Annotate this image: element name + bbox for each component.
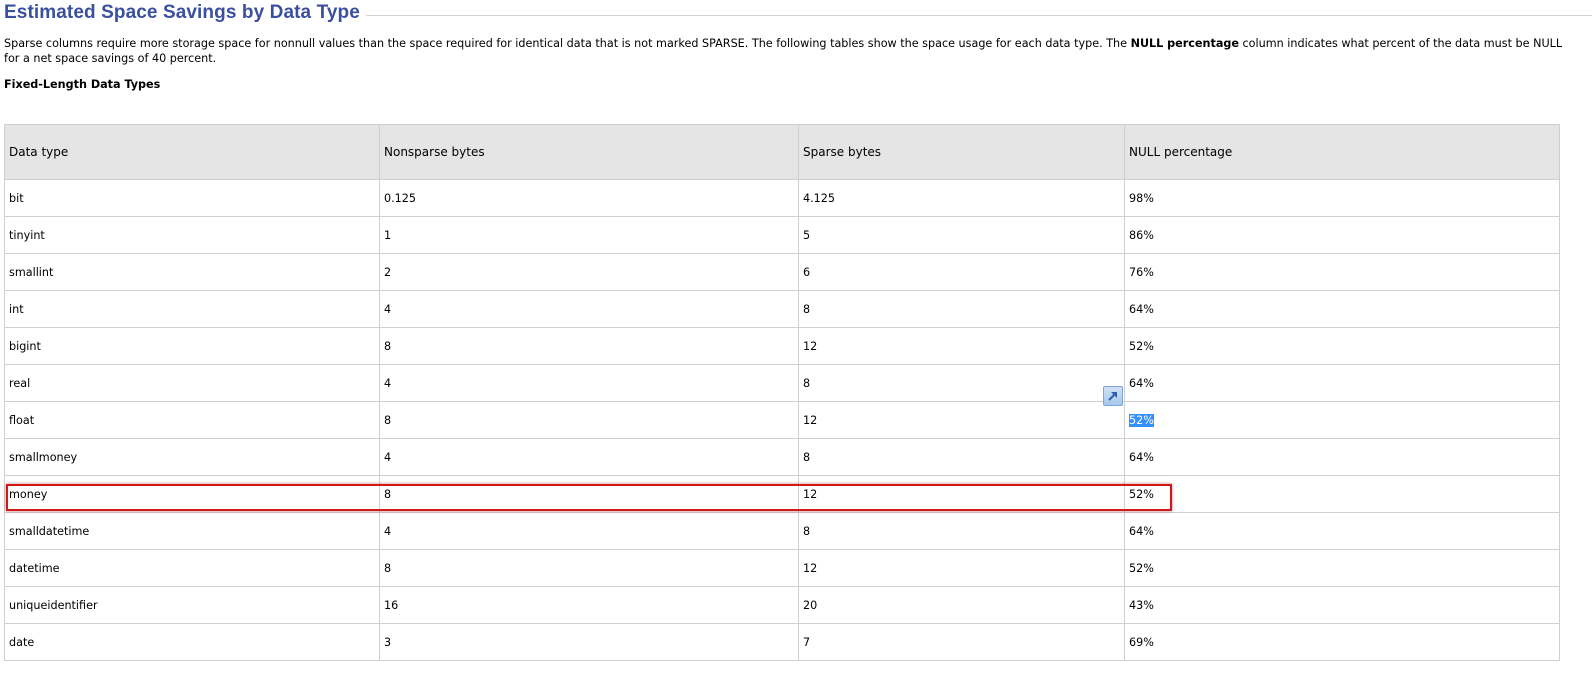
table-row: datetime 8 12 52% — [4, 549, 1560, 587]
table-row: bit 0.125 4.125 98% — [4, 179, 1560, 217]
column-header-sparse-bytes: Sparse bytes — [798, 124, 1125, 180]
cell-data-type: smallint — [4, 253, 380, 291]
table-row: bigint 8 12 52% — [4, 327, 1560, 365]
cell-data-type: float — [4, 401, 380, 439]
column-header-data-type: Data type — [4, 124, 380, 180]
column-header-nonsparse-bytes: Nonsparse bytes — [379, 124, 799, 180]
table-row: smalldatetime 4 8 64% — [4, 512, 1560, 550]
table-row: date 3 7 69% — [4, 623, 1560, 661]
cell-data-type: int — [4, 290, 380, 328]
cell-nonsparse-bytes: 1 — [379, 216, 799, 254]
cell-null-percentage: 64% — [1124, 364, 1560, 402]
cell-data-type: tinyint — [4, 216, 380, 254]
heading-row: Estimated Space Savings by Data Type — [4, 0, 1592, 24]
cell-data-type: bit — [4, 179, 380, 217]
table-row: uniqueidentifier 16 20 43% — [4, 586, 1560, 624]
cell-data-type: real — [4, 364, 380, 402]
cell-nonsparse-bytes: 4 — [379, 512, 799, 550]
table-body: bit 0.125 4.125 98% tinyint 1 5 86% smallint 2 6 76… — [4, 179, 1560, 661]
cell-sparse-bytes: 12 — [798, 401, 1125, 439]
intro-bold-term: NULL percentage — [1130, 37, 1239, 50]
cell-nonsparse-bytes: 4 — [379, 438, 799, 476]
cell-null-percentage: 52% — [1124, 549, 1560, 587]
cell-sparse-bytes: 5 — [798, 216, 1125, 254]
cell-nonsparse-bytes: 4 — [379, 364, 799, 402]
table-row: int 4 8 64% — [4, 290, 1560, 328]
cell-data-type: uniqueidentifier — [4, 586, 380, 624]
cell-nonsparse-bytes: 0.125 — [379, 179, 799, 217]
cell-nonsparse-bytes: 8 — [379, 401, 799, 439]
cell-data-type: money — [4, 475, 380, 513]
cell-nonsparse-bytes: 3 — [379, 623, 799, 661]
cell-nonsparse-bytes: 16 — [379, 586, 799, 624]
cell-null-percentage: 69% — [1124, 623, 1560, 661]
cell-sparse-bytes: 12 — [798, 327, 1125, 365]
cell-nonsparse-bytes: 4 — [379, 290, 799, 328]
cell-null-percentage: 52% — [1124, 327, 1560, 365]
table-row: float 8 12 52% — [4, 401, 1560, 439]
column-header-null-percentage: NULL percentage — [1124, 124, 1560, 180]
cell-null-percentage: 52% — [1124, 401, 1560, 439]
cell-null-percentage: 64% — [1124, 290, 1560, 328]
cell-data-type: smalldatetime — [4, 512, 380, 550]
cell-nonsparse-bytes: 2 — [379, 253, 799, 291]
table-header-row: Data type Nonsparse bytes Sparse bytes N… — [4, 124, 1560, 180]
cell-sparse-bytes: 8 — [798, 290, 1125, 328]
cell-null-percentage: 76% — [1124, 253, 1560, 291]
cell-null-percentage: 52% — [1124, 475, 1560, 513]
table-row: money 8 12 52% — [4, 475, 1560, 513]
cell-null-percentage: 98% — [1124, 179, 1560, 217]
cell-null-percentage: 43% — [1124, 586, 1560, 624]
selected-text: 52% — [1129, 413, 1154, 427]
cell-sparse-bytes: 4.125 — [798, 179, 1125, 217]
cell-data-type: bigint — [4, 327, 380, 365]
table-row: tinyint 1 5 86% — [4, 216, 1560, 254]
cell-sparse-bytes: 8 — [798, 512, 1125, 550]
title-rule — [365, 15, 1592, 16]
page-title: Estimated Space Savings by Data Type — [4, 2, 360, 23]
table-row: real 4 8 64% — [4, 364, 1560, 402]
cell-null-percentage: 64% — [1124, 512, 1560, 550]
cell-data-type: datetime — [4, 549, 380, 587]
intro-text-1: Sparse columns require more storage spac… — [4, 37, 1131, 50]
cell-nonsparse-bytes: 8 — [379, 475, 799, 513]
cell-nonsparse-bytes: 8 — [379, 327, 799, 365]
expand-arrow-icon[interactable] — [1103, 386, 1123, 406]
cell-sparse-bytes: 8 — [798, 364, 1125, 402]
cell-sparse-bytes: 12 — [798, 549, 1125, 587]
section-subheading: Fixed-Length Data Types — [4, 78, 161, 91]
cell-sparse-bytes: 20 — [798, 586, 1125, 624]
cell-data-type: smallmoney — [4, 438, 380, 476]
cell-null-percentage: 64% — [1124, 438, 1560, 476]
cell-sparse-bytes: 12 — [798, 475, 1125, 513]
cell-null-percentage: 86% — [1124, 216, 1560, 254]
cell-sparse-bytes: 7 — [798, 623, 1125, 661]
cell-sparse-bytes: 8 — [798, 438, 1125, 476]
cell-nonsparse-bytes: 8 — [379, 549, 799, 587]
table-row: smallmoney 4 8 64% — [4, 438, 1560, 476]
data-type-table: Data type Nonsparse bytes Sparse bytes N… — [4, 124, 1560, 661]
cell-sparse-bytes: 6 — [798, 253, 1125, 291]
table-row: smallint 2 6 76% — [4, 253, 1560, 291]
intro-paragraph: Sparse columns require more storage spac… — [4, 36, 1564, 66]
cell-data-type: date — [4, 623, 380, 661]
